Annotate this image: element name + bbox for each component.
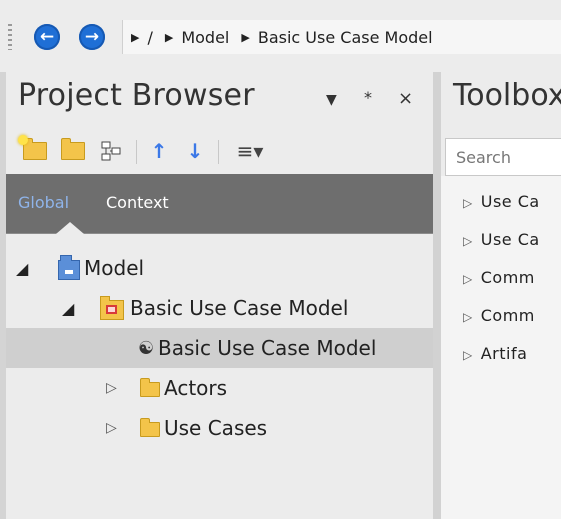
- tree-row-basic-use-case-model-diagram[interactable]: ☯ Basic Use Case Model: [6, 328, 433, 368]
- tab-context[interactable]: Context: [106, 193, 169, 212]
- expand-arrow-icon: ▷: [463, 196, 473, 210]
- tab-global[interactable]: Global: [18, 193, 69, 212]
- breadcrumb-separator-icon[interactable]: ▶: [165, 31, 173, 44]
- toolbox-group[interactable]: ▷ Comm: [463, 268, 535, 287]
- folder-icon: [61, 138, 85, 160]
- move-up-button[interactable]: ↑: [146, 138, 172, 164]
- tree-item-label: Use Cases: [164, 416, 268, 440]
- toolbox-group-label: Comm: [480, 306, 535, 325]
- expand-arrow-icon: ▷: [463, 310, 473, 324]
- toolbox-panel: Toolbox Search ▷ Use Ca ▷ Use Ca ▷ Comm ▷ Co…: [441, 72, 561, 519]
- browser-toolbar: ↑ ↓ ≡▾: [6, 130, 433, 174]
- breadcrumb-basic-use-case-model[interactable]: Basic Use Case Model: [258, 28, 433, 47]
- pin-icon[interactable]: *: [364, 88, 372, 107]
- close-icon[interactable]: ×: [398, 88, 413, 109]
- back-arrow-icon[interactable]: ←: [34, 24, 60, 50]
- toolbox-group-label: Artifa: [480, 344, 528, 363]
- hamburger-menu-icon: ≡▾: [236, 139, 264, 163]
- tab-notch: [56, 222, 84, 234]
- breadcrumb: ▶ / ▶ Model ▶ Basic Use Case Model: [122, 20, 561, 54]
- toolbox-group[interactable]: ▷ Use Ca: [463, 192, 540, 211]
- panel-title: Project Browser: [18, 78, 255, 113]
- tree-row-basic-use-case-model-package[interactable]: ◢ Basic Use Case Model: [6, 288, 433, 328]
- panel-dropdown-icon[interactable]: ▼: [326, 92, 337, 108]
- tree-item-label: Actors: [164, 376, 228, 400]
- toolbar-separator: [218, 140, 219, 164]
- tree-item-label: Model: [84, 256, 145, 280]
- breadcrumb-separator-icon[interactable]: ▶: [131, 31, 139, 44]
- new-package-button[interactable]: [18, 135, 50, 164]
- forward-arrow-icon[interactable]: →: [79, 24, 105, 50]
- toolbox-group-label: Use Ca: [480, 230, 540, 249]
- expand-arrow-icon: ▷: [463, 234, 473, 248]
- expand-arrow-icon: ▷: [463, 272, 473, 286]
- folder-icon: [140, 418, 160, 437]
- tree-item-label: Basic Use Case Model: [130, 296, 349, 320]
- expand-arrow-icon[interactable]: ◢: [16, 259, 28, 278]
- folder-icon: [140, 378, 160, 397]
- new-folder-button[interactable]: [58, 138, 88, 164]
- package-icon: [58, 255, 80, 280]
- toolbox-group-label: Comm: [480, 268, 535, 287]
- arrow-up-icon: ↑: [150, 139, 168, 163]
- breadcrumb-separator-icon[interactable]: ▶: [241, 31, 249, 44]
- collapse-arrow-icon[interactable]: ▷: [106, 380, 117, 396]
- new-diagram-button[interactable]: [96, 138, 126, 164]
- arrow-down-icon: ↓: [186, 139, 204, 163]
- toolbar-grip[interactable]: [8, 24, 12, 50]
- toolbox-search-input[interactable]: Search: [445, 138, 561, 176]
- tree-row-use-cases[interactable]: ▷ Use Cases: [6, 408, 433, 448]
- expand-arrow-icon[interactable]: ◢: [62, 299, 74, 318]
- expand-arrow-icon: ▷: [463, 348, 473, 362]
- toolbox-group[interactable]: ▷ Use Ca: [463, 230, 540, 249]
- toolbox-group-label: Use Ca: [480, 192, 540, 211]
- project-browser-panel: Project Browser ▼ * × ↑ ↓ ≡▾ Global Cont…: [0, 72, 433, 519]
- tree-row-actors[interactable]: ▷ Actors: [6, 368, 433, 408]
- collapse-arrow-icon[interactable]: ▷: [106, 420, 117, 436]
- toolbox-list: ▷ Use Ca ▷ Use Ca ▷ Comm ▷ Comm ▷ Artifa: [441, 176, 561, 519]
- breadcrumb-model[interactable]: Model: [181, 28, 229, 47]
- browser-menu-button[interactable]: ≡▾: [228, 138, 272, 164]
- breadcrumb-root[interactable]: /: [147, 28, 152, 47]
- panel-splitter[interactable]: [433, 72, 441, 519]
- browser-tab-bar: Global Context: [6, 174, 433, 234]
- use-case-diagram-icon: ☯: [138, 337, 155, 359]
- tree-item-label: Basic Use Case Model: [158, 336, 377, 360]
- toolbox-group[interactable]: ▷ Comm: [463, 306, 535, 325]
- diagram-package-icon: [100, 296, 124, 320]
- toolbar-separator: [136, 140, 137, 164]
- toolbox-group[interactable]: ▷ Artifa: [463, 344, 527, 363]
- new-folder-icon: [18, 135, 47, 160]
- diagram-icon: [101, 141, 121, 161]
- breadcrumb-bar: ← → ▶ / ▶ Model ▶ Basic Use Case Model: [0, 0, 561, 72]
- toolbox-title: Toolbox: [453, 78, 561, 113]
- move-down-button[interactable]: ↓: [182, 138, 208, 164]
- tree-row-model[interactable]: ◢ Model: [6, 248, 433, 288]
